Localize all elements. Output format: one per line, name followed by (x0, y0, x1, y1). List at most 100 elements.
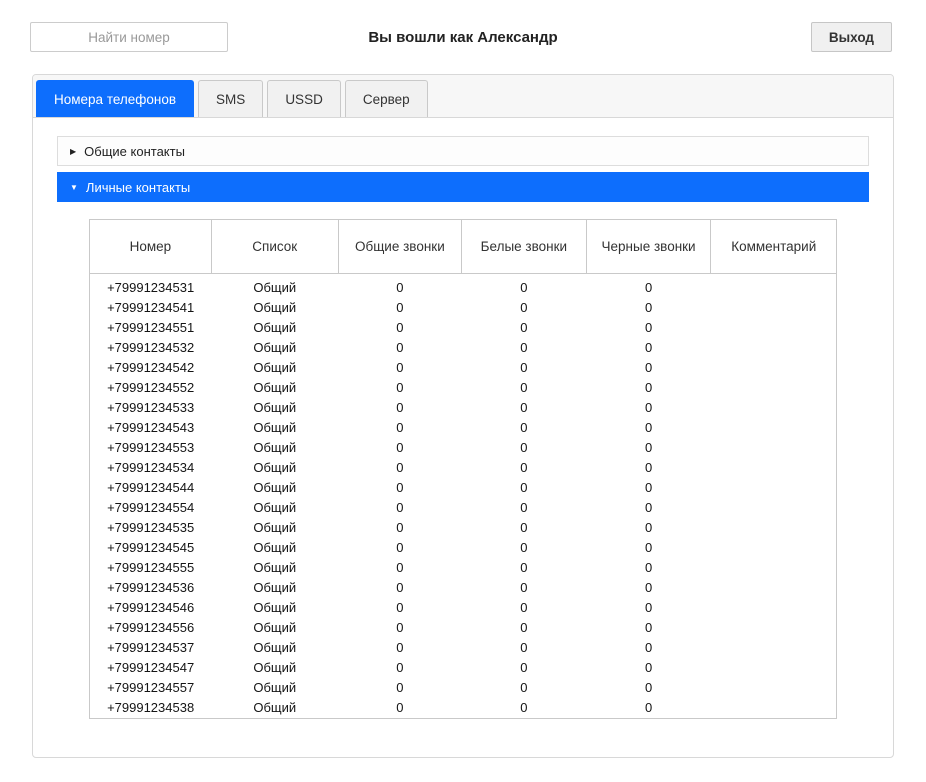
table-row[interactable]: +79991234551Общий000 (90, 318, 837, 338)
table-cell: 0 (461, 558, 586, 578)
table-cell: 0 (461, 274, 586, 298)
table-row[interactable]: +79991234557Общий000 (90, 678, 837, 698)
table-cell: Общий (211, 618, 338, 638)
table-row[interactable]: +79991234546Общий000 (90, 598, 837, 618)
tab-bar: Номера телефонов SMS USSD Сервер (33, 75, 893, 118)
table-cell: 0 (461, 658, 586, 678)
table-cell: 0 (338, 518, 461, 538)
table-cell: 0 (461, 598, 586, 618)
table-row[interactable]: +79991234545Общий000 (90, 538, 837, 558)
table-cell: Общий (211, 458, 338, 478)
table-row[interactable]: +79991234533Общий000 (90, 398, 837, 418)
table-row[interactable]: +79991234554Общий000 (90, 498, 837, 518)
table-row[interactable]: +79991234555Общий000 (90, 558, 837, 578)
table-header-row: Номер Список Общие звонки Белые звонки Ч… (90, 220, 837, 274)
table-cell: Общий (211, 298, 338, 318)
table-cell (711, 538, 837, 558)
table-cell: 0 (586, 698, 711, 719)
table-cell: 0 (338, 338, 461, 358)
table-row[interactable]: +79991234536Общий000 (90, 578, 837, 598)
table-cell (711, 438, 837, 458)
accordion-personal-contacts[interactable]: ▼ Личные контакты (57, 172, 869, 202)
chevron-down-icon: ▼ (70, 183, 78, 192)
tab-phone-numbers[interactable]: Номера телефонов (36, 80, 194, 117)
table-cell: 0 (338, 698, 461, 719)
table-cell (711, 318, 837, 338)
table-cell: 0 (338, 498, 461, 518)
table-cell: 0 (461, 678, 586, 698)
table-cell: +79991234544 (90, 478, 212, 498)
table-row[interactable]: +79991234547Общий000 (90, 658, 837, 678)
table-cell: 0 (461, 518, 586, 538)
tab-ussd[interactable]: USSD (267, 80, 341, 117)
table-cell: 0 (461, 298, 586, 318)
logout-button[interactable]: Выход (811, 22, 892, 52)
table-cell: +79991234555 (90, 558, 212, 578)
table-cell: 0 (461, 458, 586, 478)
table-row[interactable]: +79991234534Общий000 (90, 458, 837, 478)
column-header-list: Список (211, 220, 338, 274)
table-cell: 0 (461, 498, 586, 518)
contacts-table-panel: Номер Список Общие звонки Белые звонки Ч… (57, 202, 869, 719)
tab-server[interactable]: Сервер (345, 80, 428, 117)
table-row[interactable]: +79991234553Общий000 (90, 438, 837, 458)
table-cell: 0 (338, 358, 461, 378)
table-cell: +79991234534 (90, 458, 212, 478)
table-row[interactable]: +79991234535Общий000 (90, 518, 837, 538)
table-cell: 0 (461, 358, 586, 378)
table-cell: 0 (461, 338, 586, 358)
table-cell: +79991234547 (90, 658, 212, 678)
table-cell: 0 (338, 298, 461, 318)
table-cell (711, 378, 837, 398)
table-cell: 0 (586, 458, 711, 478)
table-row[interactable]: +79991234532Общий000 (90, 338, 837, 358)
accordion-shared-contacts[interactable]: ▶ Общие контакты (57, 136, 869, 166)
table-row[interactable]: +79991234537Общий000 (90, 638, 837, 658)
table-cell: +79991234541 (90, 298, 212, 318)
table-cell: 0 (338, 274, 461, 298)
table-cell: 0 (461, 618, 586, 638)
table-row[interactable]: +79991234542Общий000 (90, 358, 837, 378)
table-row[interactable]: +79991234556Общий000 (90, 618, 837, 638)
table-cell: 0 (586, 578, 711, 598)
table-cell: 0 (586, 618, 711, 638)
chevron-right-icon: ▶ (70, 147, 76, 156)
user-status-text: Вы вошли как Александр (0, 29, 926, 46)
table-cell: +79991234557 (90, 678, 212, 698)
tab-sms[interactable]: SMS (198, 80, 263, 117)
table-row[interactable]: +79991234543Общий000 (90, 418, 837, 438)
table-cell: 0 (338, 378, 461, 398)
column-header-number: Номер (90, 220, 212, 274)
table-row[interactable]: +79991234544Общий000 (90, 478, 837, 498)
table-cell (711, 558, 837, 578)
table-cell: 0 (461, 578, 586, 598)
table-cell: Общий (211, 274, 338, 298)
table-cell: 0 (586, 378, 711, 398)
table-cell: 0 (586, 398, 711, 418)
table-row[interactable]: +79991234541Общий000 (90, 298, 837, 318)
table-cell: 0 (338, 658, 461, 678)
table-cell: 0 (461, 318, 586, 338)
table-cell: +79991234551 (90, 318, 212, 338)
table-cell: 0 (338, 418, 461, 438)
table-row[interactable]: +79991234538Общий000 (90, 698, 837, 719)
table-cell: Общий (211, 698, 338, 719)
table-cell: 0 (338, 638, 461, 658)
table-cell: 0 (586, 298, 711, 318)
table-cell: 0 (461, 378, 586, 398)
table-row[interactable]: +79991234552Общий000 (90, 378, 837, 398)
table-cell: +79991234533 (90, 398, 212, 418)
table-cell (711, 338, 837, 358)
table-cell: 0 (586, 438, 711, 458)
table-cell: 0 (586, 598, 711, 618)
table-cell: Общий (211, 638, 338, 658)
tab-content: ▶ Общие контакты ▼ Личные контакты (33, 118, 893, 719)
table-cell: +79991234542 (90, 358, 212, 378)
table-cell: 0 (586, 638, 711, 658)
table-cell (711, 678, 837, 698)
table-cell: Общий (211, 538, 338, 558)
table-cell: 0 (338, 458, 461, 478)
table-cell: Общий (211, 338, 338, 358)
table-row[interactable]: +79991234531Общий000 (90, 274, 837, 298)
table-cell: 0 (586, 418, 711, 438)
